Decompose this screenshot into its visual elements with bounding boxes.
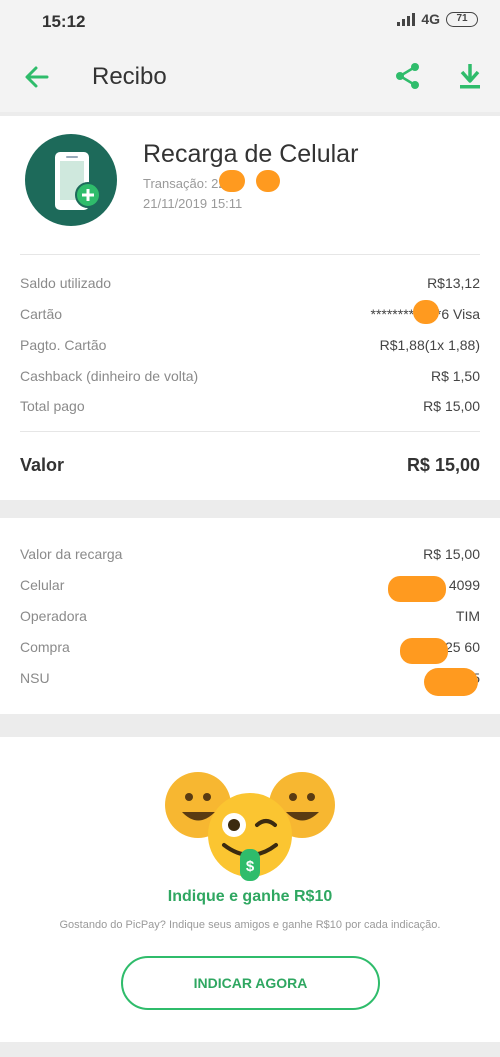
- download-icon[interactable]: [455, 61, 485, 91]
- payment-row: Cashback (dinheiro de volta) R$ 1,50: [20, 368, 480, 384]
- emoji-group-icon: $: [160, 757, 340, 887]
- redaction-mark: [424, 668, 478, 696]
- redaction-mark: [256, 170, 280, 192]
- status-bar: 15:12 4G 71: [0, 0, 500, 42]
- divider: [20, 431, 480, 432]
- detail-row: Valor da recarga R$ 15,00: [20, 546, 480, 562]
- receipt-title: Recarga de Celular: [143, 140, 359, 168]
- network-type: 4G: [421, 11, 440, 27]
- app-bar: Recibo: [0, 42, 500, 112]
- redaction-mark: [413, 300, 439, 324]
- invite-now-button[interactable]: INDICAR AGORA: [121, 956, 380, 1010]
- detail-row: Operadora TIM: [20, 608, 480, 624]
- transaction-date: 21/11/2019 15:11: [143, 196, 243, 211]
- divider: [20, 254, 480, 255]
- total-row: Valor R$ 15,00: [20, 455, 480, 475]
- payment-row: Saldo utilizado R$13,12: [20, 275, 480, 291]
- battery-icon: 71: [446, 11, 478, 27]
- redaction-mark: [219, 170, 245, 192]
- redaction-mark: [400, 638, 448, 664]
- svg-text:$: $: [246, 858, 255, 875]
- payment-row: Cartão *************6 Visa: [20, 306, 480, 322]
- receipt-card: Recarga de Celular Transação: 221 21/11/…: [0, 116, 500, 500]
- promo-title: Indique e ganhe R$10: [167, 888, 333, 905]
- payment-row: Total pago R$ 15,00: [20, 398, 480, 414]
- arrow-left-icon[interactable]: [22, 62, 52, 92]
- payment-row: Pagto. Cartão R$1,88(1x 1,88): [20, 337, 480, 353]
- signal-icon: [397, 12, 416, 26]
- promo-description: Gostando do PicPay? Indique seus amigos …: [59, 919, 441, 931]
- promo-card: $ Indique e ganhe R$10 Gostando do PicPa…: [0, 737, 500, 1042]
- redaction-mark: [388, 576, 446, 602]
- status-time: 15:12: [42, 12, 86, 31]
- detail-row: NSU5: [20, 670, 480, 686]
- page-title: Recibo: [92, 63, 167, 90]
- status-icons: 4G 71: [397, 11, 478, 27]
- share-icon[interactable]: [393, 61, 423, 91]
- smartphone-plus-icon: [25, 134, 117, 226]
- details-card: Valor da recarga R$ 15,00 Celular (31) 409…: [0, 518, 500, 714]
